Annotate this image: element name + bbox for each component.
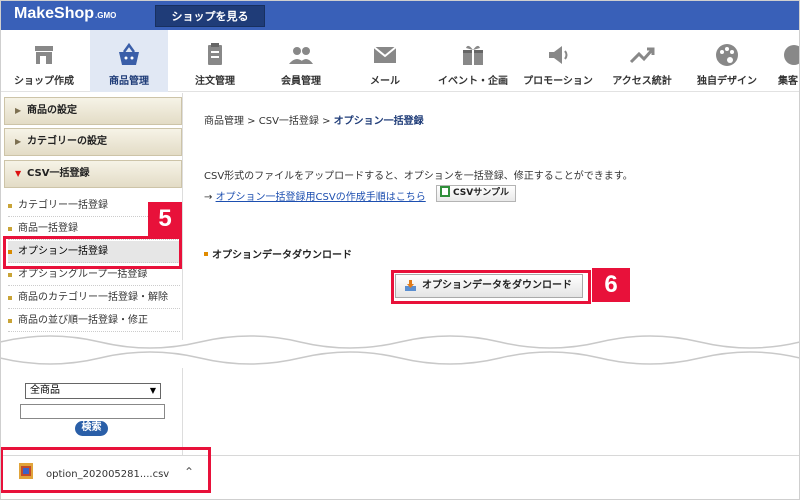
sidebar-item-label: 商品のカテゴリー一括登録・解除 [18,292,168,303]
nav-access-stats[interactable]: アクセス統計 [602,30,682,92]
top-header-bar: MakeShop.GMO ショップを見る [0,0,800,30]
triangle-down-icon: ▼ [15,169,22,178]
nav-label: 注文管理 [195,76,235,87]
bullet-icon [8,204,12,208]
nav-label: 集客 [778,76,798,87]
breadcrumb: 商品管理 > CSV一括登録 > オプション一括登録 [204,112,424,127]
sidebar-item-product-category-bulk[interactable]: 商品のカテゴリー一括登録・解除 [8,287,180,309]
store-icon [35,46,53,64]
sidebar-section-product-settings[interactable]: ▶ 商品の設定 [4,97,182,125]
csv-guide-link[interactable]: オプション一括登録用CSVの作成手順はこちら [216,192,426,203]
square-bullet-icon [204,252,208,256]
section-title-text: オプションデータダウンロード [212,250,352,261]
clipboard-icon [208,43,222,65]
csv-file-icon [440,186,450,197]
nav-order-management[interactable]: 注文管理 [175,30,255,92]
step-badge-6: 6 [592,268,630,302]
nav-mail[interactable]: メール [345,30,425,92]
bullet-icon [8,227,12,231]
sidebar-item-product-order-bulk[interactable]: 商品の並び順一括登録・修正 [8,310,180,332]
nav-label: 会員管理 [281,76,321,87]
members-icon [289,47,313,64]
sidebar-section-csv-bulk[interactable]: ▼ CSV一括登録 [4,160,182,188]
wavy-cut-divider [0,335,800,365]
gift-icon [463,45,483,65]
section-label: CSV一括登録 [27,168,90,179]
section-title: オプションデータダウンロード [204,246,352,261]
guide-link-row: → オプション一括登録用CSVの作成手順はこちら [204,188,426,203]
csv-sample-label: CSVサンプル [453,188,509,198]
highlight-box-option-bulk [3,236,182,269]
section-label: カテゴリーの設定 [27,136,107,147]
trend-icon [629,47,655,64]
logo-suffix: .GMO [95,11,117,20]
left-sidebar-bottom: 全商品 ▼ 検索 [0,368,183,455]
breadcrumb-current: オプション一括登録 [333,116,424,127]
sidebar-item-label: オプショングループ一括登録 [18,269,148,280]
partial-icon [784,45,800,65]
search-input[interactable] [20,404,165,419]
nav-promotion[interactable]: プロモーション [518,30,598,92]
nav-label: イベント・企画 [438,76,508,87]
nav-label: 商品管理 [109,76,149,87]
bullet-icon [8,296,12,300]
sidebar-section-category-settings[interactable]: ▶ カテゴリーの設定 [4,128,182,156]
sidebar-item-label: 商品の並び順一括登録・修正 [18,315,148,326]
bullet-icon [8,319,12,323]
nav-member-management[interactable]: 会員管理 [262,30,340,92]
search-button[interactable]: 検索 [75,421,108,436]
csv-sample-button[interactable]: CSVサンプル [436,185,516,202]
makeshop-logo[interactable]: MakeShop.GMO [14,5,116,23]
nav-custom-design[interactable]: 独自デザイン [688,30,766,92]
mail-icon [373,46,397,63]
view-shop-button[interactable]: ショップを見る [155,5,265,27]
nav-label: 独自デザイン [697,76,757,87]
nav-label: プロモーション [523,76,593,87]
nav-product-management[interactable]: 商品管理 [90,30,168,92]
breadcrumb-path: 商品管理 > CSV一括登録 > [204,116,334,127]
nav-label: アクセス統計 [612,76,672,87]
nav-label: ショップ作成 [14,76,74,87]
select-value: 全商品 [30,385,60,396]
nav-shop-create[interactable]: ショップ作成 [0,30,88,92]
nav-label: メール [370,76,400,87]
sidebar-item-label: 商品一括登録 [18,223,78,234]
triangle-right-icon: ▶ [15,137,22,146]
main-nav: ショップ作成 商品管理 注文管理 会員管理 メール イベント・企画 プロモーショ… [0,30,800,92]
section-label: 商品の設定 [27,105,77,116]
dropdown-caret-icon: ▼ [149,386,156,395]
megaphone-icon [549,46,568,64]
triangle-right-icon: ▶ [15,106,22,115]
product-scope-select[interactable]: 全商品 ▼ [25,383,161,399]
nav-marketing[interactable]: 集客 [772,30,800,92]
palette-icon [716,44,738,66]
arrow-prefix: → [204,192,216,203]
step-badge-5: 5 [148,202,182,236]
sidebar-item-label: カテゴリー一括登録 [18,200,108,211]
highlight-box-downloaded-file [0,447,211,493]
basket-icon [119,42,139,65]
nav-event[interactable]: イベント・企画 [430,30,516,92]
page-description: CSV形式のファイルをアップロードすると、オプションを一括登録、修正することがで… [204,171,633,182]
bullet-icon [8,273,12,277]
highlight-box-download [391,270,591,304]
